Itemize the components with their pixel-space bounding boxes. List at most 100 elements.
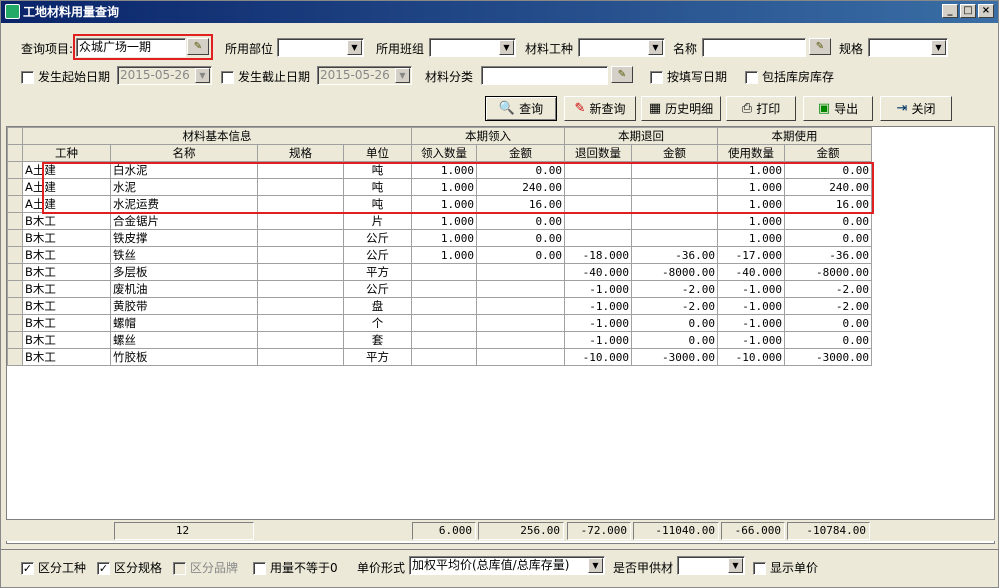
table-cell[interactable]: -1.000 xyxy=(564,280,632,298)
table-cell[interactable]: B木工 xyxy=(22,212,111,230)
table-row[interactable]: B木工 废机油 公斤 -1.000 -2.00 -1.000 -2.00 xyxy=(7,280,872,298)
by-fill-date-checkbox[interactable]: 按填写日期 xyxy=(650,68,727,85)
table-cell[interactable]: 水泥运费 xyxy=(110,195,258,213)
table-cell[interactable]: 0.00 xyxy=(784,331,872,349)
table-cell[interactable]: 片 xyxy=(343,212,412,230)
checkbox-icon[interactable] xyxy=(221,71,234,84)
name-picker-icon[interactable]: ✎ xyxy=(809,38,831,55)
print-button[interactable]: ⎙ 打印 xyxy=(726,96,796,121)
chevron-down-icon[interactable]: ▼ xyxy=(347,40,362,55)
row-selector[interactable] xyxy=(7,348,23,366)
table-cell[interactable]: 240.00 xyxy=(784,178,872,196)
table-cell[interactable] xyxy=(257,263,344,281)
table-cell[interactable] xyxy=(476,314,565,332)
table-cell[interactable] xyxy=(564,195,632,213)
table-cell[interactable] xyxy=(476,297,565,315)
table-cell[interactable]: 螺丝 xyxy=(110,331,258,349)
chevron-down-icon[interactable]: ▼ xyxy=(195,68,210,83)
row-selector[interactable] xyxy=(7,212,23,230)
category-input[interactable] xyxy=(481,66,608,85)
supplier-select[interactable]: ▼ xyxy=(677,556,745,575)
table-cell[interactable]: 1.000 xyxy=(717,178,785,196)
title-bar[interactable]: 工地材料用量查询 _ □ × xyxy=(1,1,998,23)
table-row[interactable]: B木工 铁皮撑 公斤 1.000 0.00 1.000 0.00 xyxy=(7,229,872,247)
table-cell[interactable]: -17.000 xyxy=(717,246,785,264)
chevron-down-icon[interactable]: ▼ xyxy=(728,558,743,573)
column-header[interactable]: 金额 xyxy=(631,144,718,162)
table-cell[interactable]: -40.000 xyxy=(717,263,785,281)
table-row[interactable]: A土建 水泥吨 1.000 240.00 1.000 240.00 xyxy=(7,178,872,196)
table-cell[interactable]: 1.000 xyxy=(717,229,785,247)
table-cell[interactable]: B木工 xyxy=(22,297,111,315)
table-cell[interactable]: 白水泥 xyxy=(110,161,258,179)
table-cell[interactable]: B木工 xyxy=(22,348,111,366)
table-cell[interactable]: 合金锯片 xyxy=(110,212,258,230)
table-cell[interactable]: 废机油 xyxy=(110,280,258,298)
data-grid[interactable]: 材料基本信息 本期领入 本期退回 本期使用 工种 名称 规格 单位 领入数量 金额 退回数量… xyxy=(6,126,995,544)
dept-select[interactable]: ▼ xyxy=(277,38,364,57)
table-cell[interactable]: 公斤 xyxy=(343,229,412,247)
table-cell[interactable] xyxy=(476,331,565,349)
table-cell[interactable]: 1.000 xyxy=(411,195,477,213)
table-row[interactable]: B木工 多层板 平方 -40.000 -8000.00 -40.000 -8000.00 xyxy=(7,263,872,281)
column-header[interactable]: 规格 xyxy=(257,144,344,162)
table-cell[interactable]: 1.000 xyxy=(411,212,477,230)
table-cell[interactable]: 吨 xyxy=(343,178,412,196)
table-cell[interactable]: 0.00 xyxy=(784,161,872,179)
table-cell[interactable]: -1.000 xyxy=(564,314,632,332)
table-row[interactable]: A土建 白水泥吨 1.000 0.00 1.000 0.00 xyxy=(7,161,872,179)
table-cell[interactable]: 多层板 xyxy=(110,263,258,281)
table-cell[interactable]: 套 xyxy=(343,331,412,349)
table-cell[interactable]: 1.000 xyxy=(717,212,785,230)
table-cell[interactable] xyxy=(257,246,344,264)
table-cell[interactable]: A土建 xyxy=(22,195,111,213)
table-cell[interactable] xyxy=(631,212,718,230)
chevron-down-icon[interactable]: ▼ xyxy=(499,40,514,55)
table-cell[interactable]: -36.00 xyxy=(631,246,718,264)
table-row[interactable]: B木工 螺帽个 -1.000 0.00 -1.000 0.00 xyxy=(7,314,872,332)
table-cell[interactable]: 盘 xyxy=(343,297,412,315)
table-cell[interactable]: 0.00 xyxy=(784,212,872,230)
end-date-input[interactable]: 2015-05-26 ▼ xyxy=(317,66,412,85)
price-form-select[interactable]: 加权平均价(总库值/总库存量) ▼ xyxy=(409,556,605,575)
row-selector[interactable] xyxy=(7,331,23,349)
row-selector[interactable] xyxy=(7,297,23,315)
column-header[interactable]: 金额 xyxy=(476,144,565,162)
table-cell[interactable]: 平方 xyxy=(343,263,412,281)
table-cell[interactable]: -8000.00 xyxy=(784,263,872,281)
column-header[interactable]: 工种 xyxy=(22,144,111,162)
start-date-checkbox[interactable]: 发生起始日期 xyxy=(21,68,110,85)
table-cell[interactable]: -10.000 xyxy=(717,348,785,366)
table-row[interactable]: B木工 螺丝套 -1.000 0.00 -1.000 0.00 xyxy=(7,331,872,349)
show-price-checkbox[interactable]: 显示单价 xyxy=(753,559,818,576)
spec-select[interactable]: ▼ xyxy=(868,38,948,57)
table-cell[interactable]: A土建 xyxy=(22,161,111,179)
table-cell[interactable]: -1.000 xyxy=(564,331,632,349)
table-cell[interactable]: 0.00 xyxy=(476,161,565,179)
table-cell[interactable] xyxy=(257,280,344,298)
row-selector[interactable] xyxy=(7,229,23,247)
checkbox-icon[interactable] xyxy=(650,71,663,84)
query-button[interactable]: 🔍 查询 xyxy=(485,96,557,121)
table-cell[interactable]: B木工 xyxy=(22,263,111,281)
row-selector[interactable] xyxy=(7,246,23,264)
table-cell[interactable]: 0.00 xyxy=(631,314,718,332)
table-cell[interactable]: 1.000 xyxy=(411,178,477,196)
table-cell[interactable]: 1.000 xyxy=(717,161,785,179)
table-cell[interactable]: 1.000 xyxy=(411,246,477,264)
new-query-button[interactable]: ✎ 新查询 xyxy=(564,96,636,121)
table-cell[interactable] xyxy=(564,178,632,196)
table-cell[interactable] xyxy=(257,195,344,213)
close-button[interactable]: ⇥ 关闭 xyxy=(880,96,952,121)
chevron-down-icon[interactable]: ▼ xyxy=(395,68,410,83)
export-button[interactable]: ▣ 导出 xyxy=(803,96,873,121)
table-row[interactable]: B木工 竹胶板 平方 -10.000 -3000.00 -10.000 -3000.00 xyxy=(7,348,872,366)
table-cell[interactable]: B木工 xyxy=(22,314,111,332)
table-cell[interactable] xyxy=(476,348,565,366)
by-spec-checkbox[interactable]: ✓ 区分规格 xyxy=(97,559,162,576)
table-cell[interactable] xyxy=(631,229,718,247)
table-cell[interactable]: 0.00 xyxy=(476,212,565,230)
table-cell[interactable]: 0.00 xyxy=(476,246,565,264)
column-header[interactable]: 退回数量 xyxy=(564,144,632,162)
project-input[interactable]: 众城广场一期 xyxy=(76,38,186,57)
